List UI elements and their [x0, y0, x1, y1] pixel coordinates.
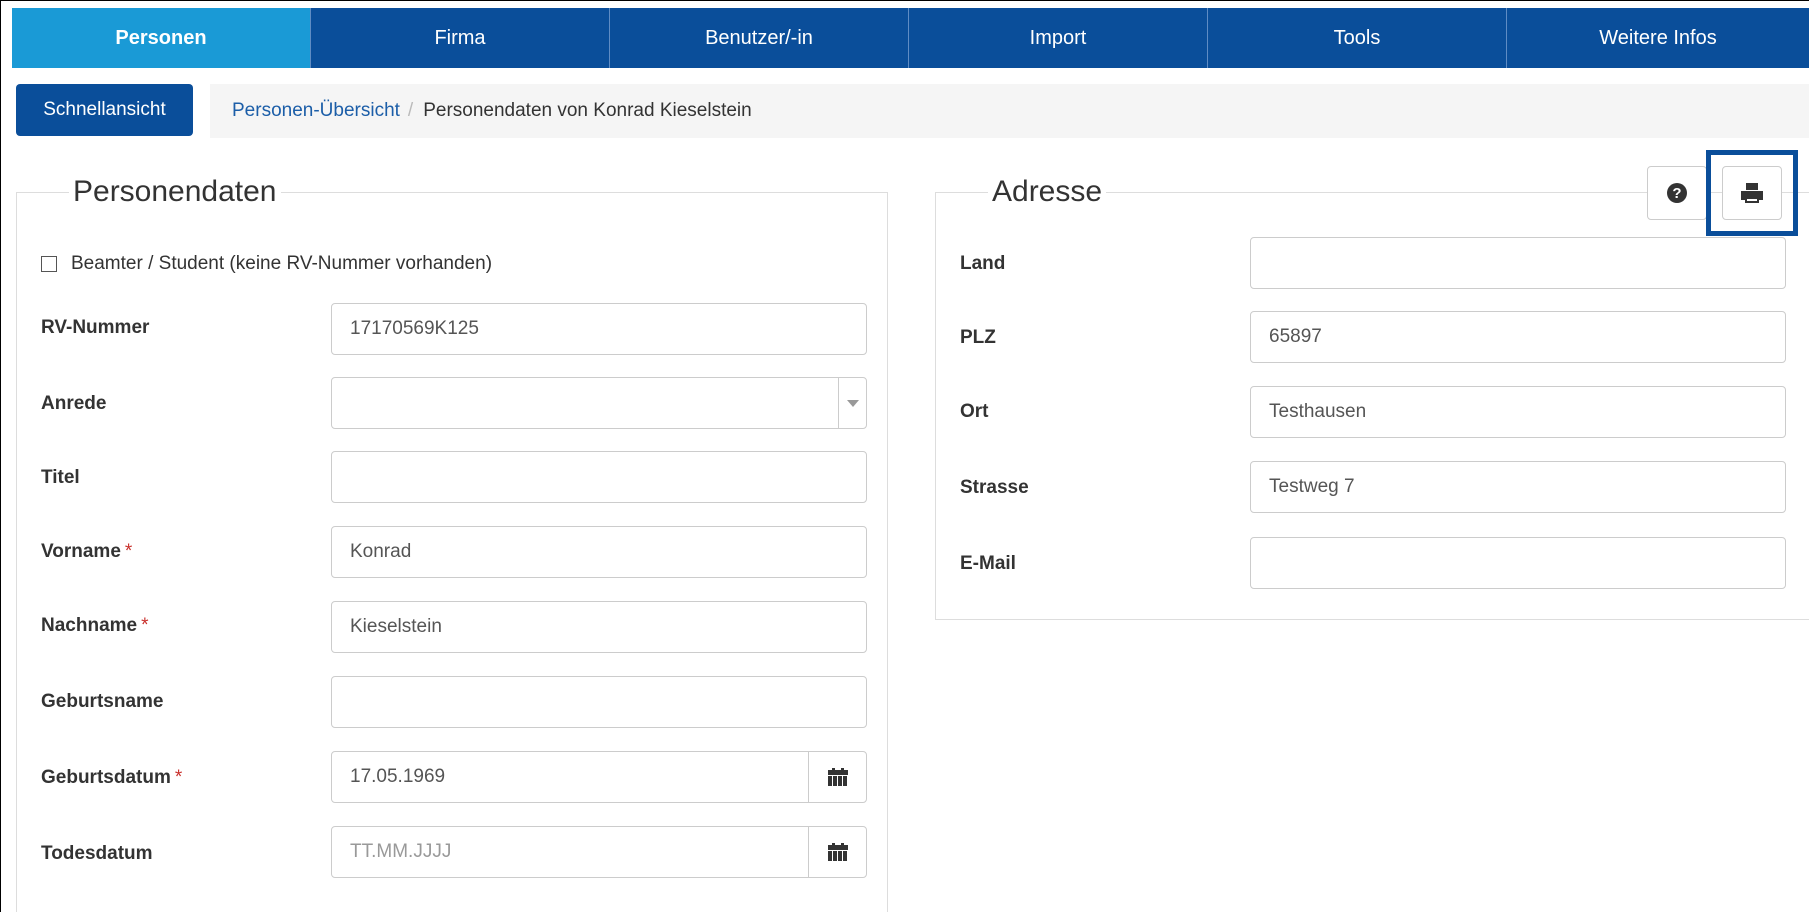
anrede-select[interactable] — [331, 377, 867, 429]
titel-label: Titel — [41, 467, 80, 489]
tab-benutzer[interactable]: Benutzer/-in — [610, 8, 909, 68]
anrede-label: Anrede — [41, 393, 106, 415]
personendaten-legend: Personendaten — [69, 175, 281, 209]
calendar-icon — [827, 768, 848, 786]
rv-nummer-input[interactable]: 17170569K125 — [331, 303, 867, 355]
email-input[interactable] — [1250, 537, 1786, 589]
nachname-input[interactable]: Kieselstein — [331, 601, 867, 653]
strasse-input[interactable]: Testweg 7 — [1250, 461, 1786, 513]
adresse-legend: Adresse — [988, 175, 1107, 209]
strasse-label: Strasse — [960, 477, 1029, 499]
print-icon — [1741, 183, 1763, 203]
todesdatum-calendar-button[interactable] — [808, 827, 866, 877]
geburtsdatum-label-text: Geburtsdatum — [41, 767, 171, 788]
vorname-value: Konrad — [350, 541, 412, 562]
rv-nummer-label: RV-Nummer — [41, 317, 149, 339]
todesdatum-input[interactable]: TT.MM.JJJJ — [331, 826, 867, 878]
ort-label: Ort — [960, 401, 989, 423]
main-nav: Personen Firma Benutzer/-in Import Tools… — [12, 8, 1809, 68]
chevron-down-icon[interactable] — [838, 378, 866, 428]
adresse-panel: Adresse Land PLZ 65897 Ort Testhausen St… — [935, 175, 1809, 620]
plz-input[interactable]: 65897 — [1250, 311, 1786, 363]
print-button[interactable] — [1722, 166, 1782, 220]
geburtsdatum-label: Geburtsdatum * — [41, 767, 182, 789]
breadcrumb-current: Personendaten von Konrad Kieselstein — [423, 100, 752, 121]
breadcrumb-separator: / — [407, 100, 414, 121]
strasse-value: Testweg 7 — [1269, 476, 1355, 497]
land-label-text: Land — [960, 253, 1006, 274]
beamter-student-checkbox-row[interactable]: Beamter / Student (keine RV-Nummer vorha… — [41, 253, 492, 275]
help-button[interactable]: ? — [1647, 166, 1707, 220]
vorname-input[interactable]: Konrad — [331, 526, 867, 578]
ort-value: Testhausen — [1269, 401, 1367, 422]
required-marker: * — [141, 615, 149, 636]
geburtsname-input[interactable] — [331, 676, 867, 728]
calendar-icon — [827, 843, 848, 861]
geburtsdatum-value: 17.05.1969 — [350, 766, 446, 787]
plz-label-text: PLZ — [960, 327, 996, 348]
geburtsdatum-input[interactable]: 17.05.1969 — [331, 751, 867, 803]
geburtsdatum-calendar-button[interactable] — [808, 752, 866, 802]
titel-input[interactable] — [331, 451, 867, 503]
todesdatum-label-text: Todesdatum — [41, 843, 153, 864]
breadcrumb: Personen-Übersicht / Personendaten von K… — [210, 84, 1809, 138]
nachname-label-text: Nachname — [41, 615, 138, 636]
geburtsname-label: Geburtsname — [41, 691, 163, 713]
tab-tools[interactable]: Tools — [1208, 8, 1507, 68]
vorname-label: Vorname * — [41, 541, 132, 563]
land-label: Land — [960, 253, 1005, 275]
todesdatum-placeholder: TT.MM.JJJJ — [350, 841, 452, 862]
question-circle-icon: ? — [1667, 183, 1687, 203]
titel-label-text: Titel — [41, 467, 80, 488]
beamter-student-checkbox[interactable] — [41, 256, 57, 272]
breadcrumb-link-personen-uebersicht[interactable]: Personen-Übersicht — [232, 100, 400, 122]
email-label-text: E-Mail — [960, 553, 1016, 574]
required-marker: * — [174, 767, 183, 788]
rv-nummer-label-text: RV-Nummer — [41, 317, 150, 338]
plz-label: PLZ — [960, 327, 996, 349]
ort-label-text: Ort — [960, 401, 989, 422]
anrede-label-text: Anrede — [41, 393, 107, 414]
strasse-label-text: Strasse — [960, 477, 1029, 498]
todesdatum-label: Todesdatum — [41, 843, 153, 865]
personendaten-panel: Personendaten Beamter / Student (keine R… — [16, 175, 888, 912]
land-input[interactable] — [1250, 237, 1786, 289]
plz-value: 65897 — [1269, 326, 1322, 347]
email-label: E-Mail — [960, 553, 1016, 575]
vorname-label-text: Vorname — [41, 541, 121, 562]
ort-input[interactable]: Testhausen — [1250, 386, 1786, 438]
geburtsname-label-text: Geburtsname — [41, 691, 164, 712]
tab-import[interactable]: Import — [909, 8, 1208, 68]
nachname-value: Kieselstein — [350, 616, 442, 637]
beamter-student-label: Beamter / Student (keine RV-Nummer vorha… — [71, 253, 493, 274]
tab-weitere-infos[interactable]: Weitere Infos — [1507, 8, 1809, 68]
quick-view-button[interactable]: Schnellansicht — [16, 84, 193, 136]
tab-personen[interactable]: Personen — [12, 8, 311, 68]
rv-nummer-value: 17170569K125 — [350, 318, 479, 339]
tab-firma[interactable]: Firma — [311, 8, 610, 68]
required-marker: * — [124, 541, 133, 562]
nachname-label: Nachname * — [41, 615, 149, 637]
